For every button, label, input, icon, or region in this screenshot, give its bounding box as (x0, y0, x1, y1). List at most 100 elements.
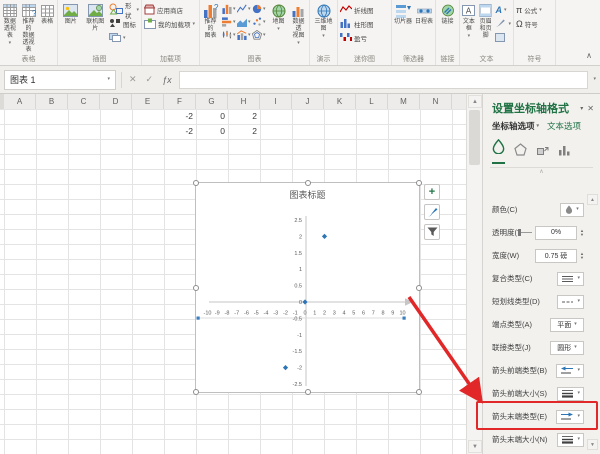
ribbon-button-pictures[interactable]: 图片 (60, 3, 82, 26)
column-header-A[interactable]: A (4, 94, 36, 109)
selection-handle[interactable] (305, 180, 311, 186)
color-picker-button[interactable]: ▾ (560, 203, 584, 217)
cap-type-dropdown[interactable]: 平面▾ (550, 318, 584, 332)
ribbon-button-my-add-ins[interactable]: 我的加载项▾ (144, 18, 195, 30)
cancel-button[interactable]: ✕ (127, 74, 139, 85)
column-header-N[interactable]: N (420, 94, 452, 109)
formula-bar-expand-icon[interactable]: ▾ (593, 77, 596, 82)
width-input[interactable]: 0.75 磅 (535, 249, 577, 263)
cell-F1[interactable]: -2 (164, 109, 196, 124)
ribbon-button-table[interactable]: 表格 (39, 3, 55, 26)
pane-scrollbar[interactable]: ▲ ▼ (587, 194, 598, 450)
ribbon-button-store[interactable]: 应用商店 (144, 4, 195, 16)
confirm-button[interactable]: ✓ (144, 74, 156, 85)
ribbon-button-shapes[interactable]: 形状▾ (109, 4, 139, 16)
name-box[interactable]: 图表 1 ▾ (4, 70, 116, 90)
dash-type-dropdown[interactable]: ▾ (557, 295, 584, 309)
ribbon-button-online-pictures[interactable]: 联机图片 (85, 3, 107, 33)
panel-icon-tab-fill-line[interactable] (492, 139, 505, 164)
compound-type-dropdown[interactable]: ▾ (557, 272, 584, 286)
selection-handle[interactable] (193, 285, 199, 291)
cell-F2[interactable]: -2 (164, 124, 196, 139)
column-header-B[interactable]: B (36, 94, 68, 109)
chart-elements-button[interactable]: + (424, 184, 440, 200)
selection-handle[interactable] (193, 180, 199, 186)
ribbon-button-radar-chart[interactable]: ▾ (252, 29, 267, 42)
ribbon-button-stock-chart[interactable]: ▾ (222, 29, 237, 42)
begin-arrow-size-dropdown[interactable]: ▾ (557, 387, 584, 401)
end-arrow-type-dropdown[interactable]: ▾ (556, 410, 584, 424)
ribbon-button-combo-chart[interactable]: ▾ (237, 29, 252, 42)
end-arrow-size-dropdown[interactable]: ▾ (557, 433, 584, 447)
cell-H1[interactable]: 2 (228, 109, 260, 124)
ribbon-button-icons[interactable]: 图标 (109, 18, 139, 30)
ribbon-button-equation[interactable]: π公式▾ (516, 4, 542, 16)
ribbon-button-maps[interactable]: 地图▾ (270, 3, 287, 32)
column-header-D[interactable]: D (100, 94, 132, 109)
ribbon-collapse-button[interactable]: ∧ (586, 51, 592, 60)
begin-arrow-type-dropdown[interactable]: ▾ (556, 364, 584, 378)
selection-handle[interactable] (416, 180, 422, 186)
chevron-down-icon[interactable]: ▾ (107, 77, 110, 82)
cell-H2[interactable]: 2 (228, 124, 260, 139)
ribbon-button-3d-map[interactable]: 三维地 图▾ (312, 3, 335, 39)
chart-plot[interactable]: -10-9-8-7-6-5-4-3-2-10123456789102.521.5… (196, 183, 419, 392)
scroll-down-icon[interactable]: ▼ (587, 439, 598, 450)
scroll-up-icon[interactable]: ▲ (587, 194, 598, 205)
scroll-up-icon[interactable]: ▲ (468, 95, 482, 108)
ribbon-button-link[interactable]: 链接 (438, 3, 457, 26)
ribbon-button-screenshot[interactable]: ▾ (109, 32, 139, 44)
column-header-L[interactable]: L (356, 94, 388, 109)
column-header-E[interactable]: E (132, 94, 164, 109)
ribbon-button-object[interactable] (495, 32, 511, 44)
section-collapse-icon[interactable]: ∧ (483, 168, 600, 176)
selection-handle[interactable] (305, 389, 311, 395)
column-header-G[interactable]: G (196, 94, 228, 109)
chart-filters-button[interactable] (424, 224, 440, 240)
column-header-J[interactable]: J (292, 94, 324, 109)
column-header-I[interactable]: I (260, 94, 292, 109)
join-type-dropdown[interactable]: 圆形▾ (550, 341, 584, 355)
ribbon-button-line-sparkline[interactable]: 折线图 (340, 4, 374, 16)
ribbon-button-pivot-chart[interactable]: 数据透 视图▾ (290, 3, 307, 46)
transparency-spinner[interactable]: ▲▼ (580, 229, 584, 237)
cell-G1[interactable]: 0 (196, 109, 228, 124)
ribbon-button-pivot-table[interactable]: 数据 透视表▾ (2, 3, 18, 46)
sheet-vertical-scrollbar[interactable]: ▲ ▼ (466, 94, 482, 454)
column-header-K[interactable]: K (324, 94, 356, 109)
formula-input[interactable] (179, 71, 589, 89)
ribbon-button-recommended-pivot-tables[interactable]: ?推荐的 数据透视表 (21, 3, 37, 54)
ribbon-button-column-sparkline[interactable]: 柱形图 (340, 18, 374, 30)
pane-menu-chevron-icon[interactable]: ▾ (580, 105, 583, 112)
pane-close-icon[interactable]: ✕ (587, 104, 594, 113)
selection-handle[interactable] (193, 389, 199, 395)
ribbon-button-timeline[interactable]: 日程表 (415, 3, 433, 26)
column-header-M[interactable]: M (388, 94, 420, 109)
ribbon-button-win-loss-sparkline[interactable]: 盈亏 (340, 32, 374, 44)
panel-icon-tab-size-properties[interactable] (536, 143, 549, 164)
ribbon-button-header-footer[interactable]: 页眉和页脚 (479, 3, 493, 40)
chart-styles-button[interactable] (424, 204, 440, 220)
selection-handle[interactable] (416, 285, 422, 291)
transparency-input[interactable]: 0% (535, 226, 577, 240)
scroll-down-icon[interactable]: ▼ (468, 440, 482, 453)
scrollbar-thumb[interactable] (469, 110, 480, 165)
ribbon-button-wordart[interactable]: A▾ (495, 4, 511, 16)
panel-icon-tab-effects[interactable] (514, 143, 527, 164)
insert-function-button[interactable]: ƒx (160, 75, 174, 85)
ribbon-button-signature-line[interactable]: ▾ (495, 18, 511, 30)
ribbon-button-slicer[interactable]: 切片器 (394, 3, 412, 26)
ribbon-button-recommended-charts[interactable]: ?推荐的 图表 (202, 3, 219, 40)
selection-handle[interactable] (416, 389, 422, 395)
transparency-slider[interactable] (518, 229, 532, 236)
tab-axis-options[interactable]: 坐标轴选项▾ (492, 120, 539, 132)
panel-icon-tab-axis-options-chart[interactable] (558, 143, 571, 164)
cell-G2[interactable]: 0 (196, 124, 228, 139)
ribbon-button-text-box[interactable]: A文本框▾ (462, 3, 476, 39)
column-header-C[interactable]: C (68, 94, 100, 109)
column-header-F[interactable]: F (164, 94, 196, 109)
column-header-H[interactable]: H (228, 94, 260, 109)
width-spinner[interactable]: ▲▼ (580, 252, 584, 260)
tab-text-options[interactable]: 文本选项 (547, 120, 581, 132)
ribbon-button-symbol[interactable]: Ω符号 (516, 18, 542, 30)
